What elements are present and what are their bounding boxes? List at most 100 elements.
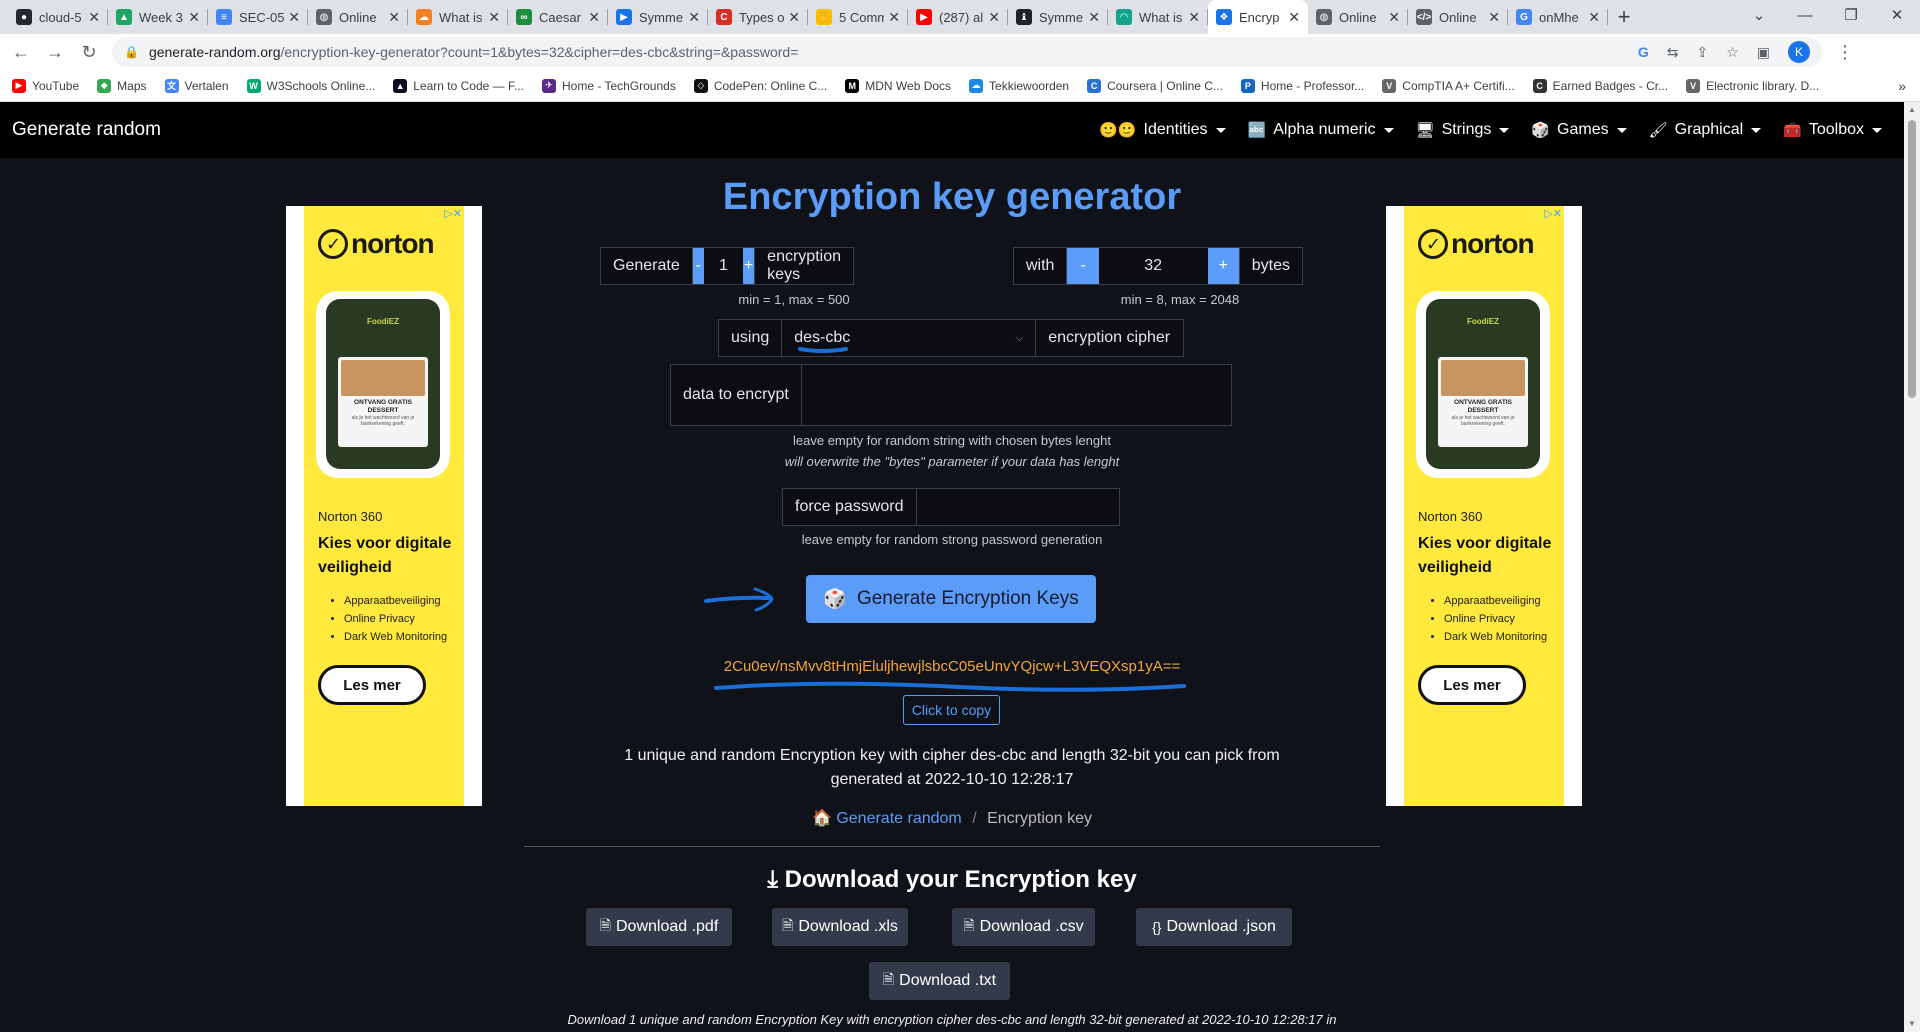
browser-tab[interactable]: ◍ Online ✕ — [308, 0, 408, 34]
browser-menu-icon[interactable]: ⋮ — [1836, 42, 1854, 63]
browser-tab[interactable]: ♝ Symme ✕ — [1008, 0, 1108, 34]
breadcrumb-home-link[interactable]: Generate random — [836, 810, 961, 827]
tab-close-icon[interactable]: ✕ — [988, 9, 1000, 26]
tab-close-icon[interactable]: ✕ — [1588, 9, 1600, 26]
home-icon[interactable]: 🏠 — [812, 810, 832, 827]
cipher-select[interactable]: des-cbc ⌵ — [782, 320, 1037, 356]
ad-left-banner[interactable]: ▷✕ ✓ norton FoodiEZ ONTVANG GRATIS DESSER… — [304, 206, 464, 806]
browser-tab[interactable]: ▲ Week 3 ✕ — [108, 0, 208, 34]
tab-close-icon[interactable]: ✕ — [488, 9, 500, 26]
count-minus-button[interactable]: - — [692, 248, 704, 284]
scroll-down-icon[interactable]: ▼ — [1904, 1016, 1920, 1032]
back-icon[interactable]: ← — [4, 37, 38, 67]
browser-tab[interactable]: ✋ 5 Comm ✕ — [808, 0, 908, 34]
nav-menu-alpha-numeric[interactable]: 🔤 Alpha numeric — [1248, 121, 1394, 139]
translate-icon[interactable]: ⇆ — [1667, 44, 1679, 61]
bookmark-item[interactable]: M MDN Web Docs — [845, 78, 951, 93]
download-csv-button[interactable]: 🗎 Download .csv — [952, 908, 1095, 946]
browser-tab[interactable]: ☁ What is ✕ — [408, 0, 508, 34]
tab-close-icon[interactable]: ✕ — [1088, 9, 1100, 26]
google-icon[interactable]: G — [1638, 44, 1649, 60]
tab-close-icon[interactable]: ✕ — [1488, 9, 1500, 26]
caret-down-icon — [1751, 127, 1762, 133]
new-tab-button[interactable]: + — [1608, 0, 1640, 34]
nav-menu-toolbox[interactable]: 🧰 Toolbox — [1783, 121, 1882, 139]
tab-close-icon[interactable]: ✕ — [688, 9, 700, 26]
bytes-input[interactable]: 32 — [1099, 248, 1208, 284]
bookmark-item[interactable]: V Electronic library. D... — [1686, 78, 1819, 93]
ad-left[interactable]: ▷✕ ✓ norton FoodiEZ ONTVANG GRATIS DESSER… — [286, 206, 482, 806]
bookmark-star-icon[interactable]: ☆ — [1726, 44, 1739, 61]
bookmark-item[interactable]: ☁ Tekkiewoorden — [969, 78, 1069, 93]
download-txt-button[interactable]: 🗎 Download .txt — [869, 962, 1010, 1000]
bookmark-item[interactable]: P Home - Professor... — [1240, 78, 1364, 93]
nav-menu-games[interactable]: 🎲 Games — [1531, 121, 1627, 139]
tab-close-icon[interactable]: ✕ — [1188, 9, 1200, 26]
nav-menu-identities[interactable]: 🙂🙂 Identities — [1099, 121, 1226, 139]
browser-tab[interactable]: ◠ What is ✕ — [1108, 0, 1208, 34]
tab-search-icon[interactable]: ⌄ — [1736, 0, 1782, 30]
password-input[interactable] — [917, 489, 1120, 525]
tab-close-icon[interactable]: ✕ — [388, 9, 400, 26]
tab-close-icon[interactable]: ✕ — [888, 9, 900, 26]
lock-icon[interactable]: 🔒 — [124, 45, 139, 59]
bookmark-item[interactable]: ▶ YouTube — [12, 78, 79, 93]
scrollbar-thumb[interactable] — [1908, 120, 1916, 398]
scroll-up-icon[interactable]: ▲ — [1904, 102, 1920, 118]
bookmark-item[interactable]: C Earned Badges - Cr... — [1532, 78, 1668, 93]
nav-menu-strings[interactable]: 🖥 Strings — [1416, 121, 1510, 139]
bookmark-item[interactable]: ◇ CodePen: Online C... — [693, 78, 827, 93]
sidepanel-icon[interactable]: ▣ — [1757, 44, 1770, 61]
data-textarea[interactable] — [802, 365, 1231, 425]
download-pdf-button[interactable]: 🗎 Download .pdf — [586, 908, 732, 946]
tab-close-icon[interactable]: ✕ — [788, 9, 800, 26]
restore-icon[interactable]: ❐ — [1828, 0, 1874, 30]
count-plus-button[interactable]: + — [743, 248, 755, 284]
close-window-icon[interactable]: ✕ — [1874, 0, 1920, 30]
browser-tab[interactable]: ▶ Symme ✕ — [608, 0, 708, 34]
browser-tab[interactable]: ◍ Online ✕ — [1308, 0, 1408, 34]
tab-close-icon[interactable]: ✕ — [288, 9, 300, 26]
generate-button[interactable]: 🎲 Generate Encryption Keys — [806, 575, 1096, 623]
share-icon[interactable]: ⇪ — [1696, 44, 1708, 61]
bytes-plus-button[interactable]: + — [1207, 248, 1239, 284]
tab-close-icon[interactable]: ✕ — [1388, 9, 1400, 26]
bookmark-item[interactable]: ▲ Learn to Code — F... — [393, 78, 524, 93]
minimize-icon[interactable]: — — [1782, 0, 1828, 30]
copy-button[interactable]: Click to copy — [903, 695, 1000, 725]
browser-tab[interactable]: ● cloud-5 ✕ — [8, 0, 108, 34]
ad-right[interactable]: ▷✕ ✓ norton FoodiEZ ONTVANG GRATIS DESSER… — [1386, 206, 1582, 806]
bookmark-item[interactable]: V CompTIA A+ Certifi... — [1382, 78, 1515, 93]
ad-right-banner[interactable]: ▷✕ ✓ norton FoodiEZ ONTVANG GRATIS DESSER… — [1404, 206, 1564, 806]
browser-tab[interactable]: ≡ SEC-05 ✕ — [208, 0, 308, 34]
download-json-button[interactable]: {} Download .json — [1136, 908, 1292, 946]
tab-close-icon[interactable]: ✕ — [88, 9, 100, 26]
tab-close-icon[interactable]: ✕ — [1288, 9, 1300, 26]
bookmarks-overflow-icon[interactable]: » — [1898, 78, 1906, 94]
browser-tab[interactable]: GonMhe ✕ — [1508, 0, 1608, 34]
page-scrollbar[interactable]: ▲ ▼ — [1904, 102, 1920, 1032]
download-xls-button[interactable]: 🗎 Download .xls — [772, 908, 908, 946]
bookmark-item[interactable]: ✈ Home - TechGrounds — [542, 78, 676, 93]
tab-close-icon[interactable]: ✕ — [588, 9, 600, 26]
reload-icon[interactable]: ↻ — [72, 37, 106, 67]
generated-key[interactable]: 2Cu0ev/nsMvv8tHmjEluljhewjlsbcC05eUnvYQj… — [0, 658, 1904, 675]
address-bar[interactable]: 🔒 generate-random.org/encryption-key-gen… — [112, 37, 1822, 67]
bookmark-item[interactable]: ◆ Maps — [97, 78, 147, 93]
profile-avatar[interactable]: K — [1788, 41, 1810, 63]
bookmark-item[interactable]: C Coursera | Online C... — [1087, 78, 1223, 93]
tab-close-icon[interactable]: ✕ — [188, 9, 200, 26]
browser-tab[interactable]: ▶ (287) al ✕ — [908, 0, 1008, 34]
nav-menu-graphical[interactable]: 🖌 Graphical — [1649, 121, 1762, 139]
bytes-minus-button[interactable]: - — [1067, 248, 1099, 284]
password-input-group: force password — [782, 488, 1120, 526]
count-input[interactable]: 1 — [704, 248, 743, 284]
browser-tab[interactable]: </> Online ✕ — [1408, 0, 1508, 34]
forward-icon[interactable]: → — [38, 37, 72, 67]
bookmark-item[interactable]: W W3Schools Online... — [246, 78, 375, 93]
browser-tab[interactable]: ∞ Caesar ✕ — [508, 0, 608, 34]
browser-tab[interactable]: ❖ Encryp ✕ — [1208, 0, 1308, 34]
site-brand[interactable]: Generate random — [12, 119, 161, 141]
bookmark-item[interactable]: 文 Vertalen — [164, 78, 229, 93]
browser-tab[interactable]: C Types o ✕ — [708, 0, 808, 34]
